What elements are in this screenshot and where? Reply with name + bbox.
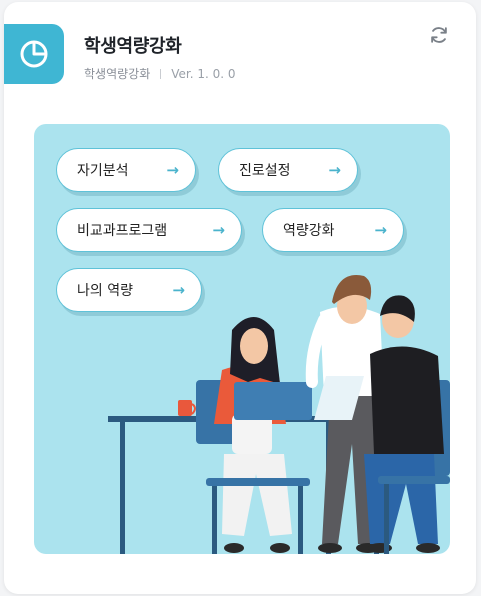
hero-banner: 자기분석 → 진로설정 → 비교과프로그램 → 역량강화 → 나의 역량 → bbox=[34, 124, 450, 554]
app-subline: 학생역량강화 Ver. 1. 0. 0 bbox=[84, 65, 236, 82]
divider bbox=[160, 68, 162, 79]
menu-label: 비교과프로그램 bbox=[77, 223, 168, 239]
menu-self-analysis-button[interactable]: 자기분석 → bbox=[56, 148, 196, 192]
pie-chart-icon bbox=[20, 40, 48, 68]
app-card: 학생역량강화 학생역량강화 Ver. 1. 0. 0 자기분석 → 진로설정 →… bbox=[4, 2, 476, 594]
menu-label: 진로설정 bbox=[239, 163, 291, 179]
menu-label: 자기분석 bbox=[77, 163, 129, 179]
menu-label: 나의 역량 bbox=[77, 283, 133, 299]
arrow-right-icon: → bbox=[166, 161, 179, 179]
menu-career-setting-button[interactable]: 진로설정 → bbox=[218, 148, 358, 192]
arrow-right-icon: → bbox=[212, 221, 225, 239]
app-title: 학생역량강화 bbox=[84, 36, 182, 57]
menu-competency-building-button[interactable]: 역량강화 → bbox=[262, 208, 404, 252]
app-subtitle: 학생역량강화 bbox=[84, 67, 151, 81]
menu-label: 역량강화 bbox=[283, 223, 335, 239]
arrow-right-icon: → bbox=[328, 161, 341, 179]
refresh-icon[interactable] bbox=[428, 24, 450, 46]
app-icon-badge bbox=[4, 24, 64, 84]
arrow-right-icon: → bbox=[172, 281, 185, 299]
app-version: Ver. 1. 0. 0 bbox=[171, 66, 236, 81]
menu-my-competency-button[interactable]: 나의 역량 → bbox=[56, 268, 202, 312]
arrow-right-icon: → bbox=[374, 221, 387, 239]
menu-extracurricular-button[interactable]: 비교과프로그램 → bbox=[56, 208, 242, 252]
